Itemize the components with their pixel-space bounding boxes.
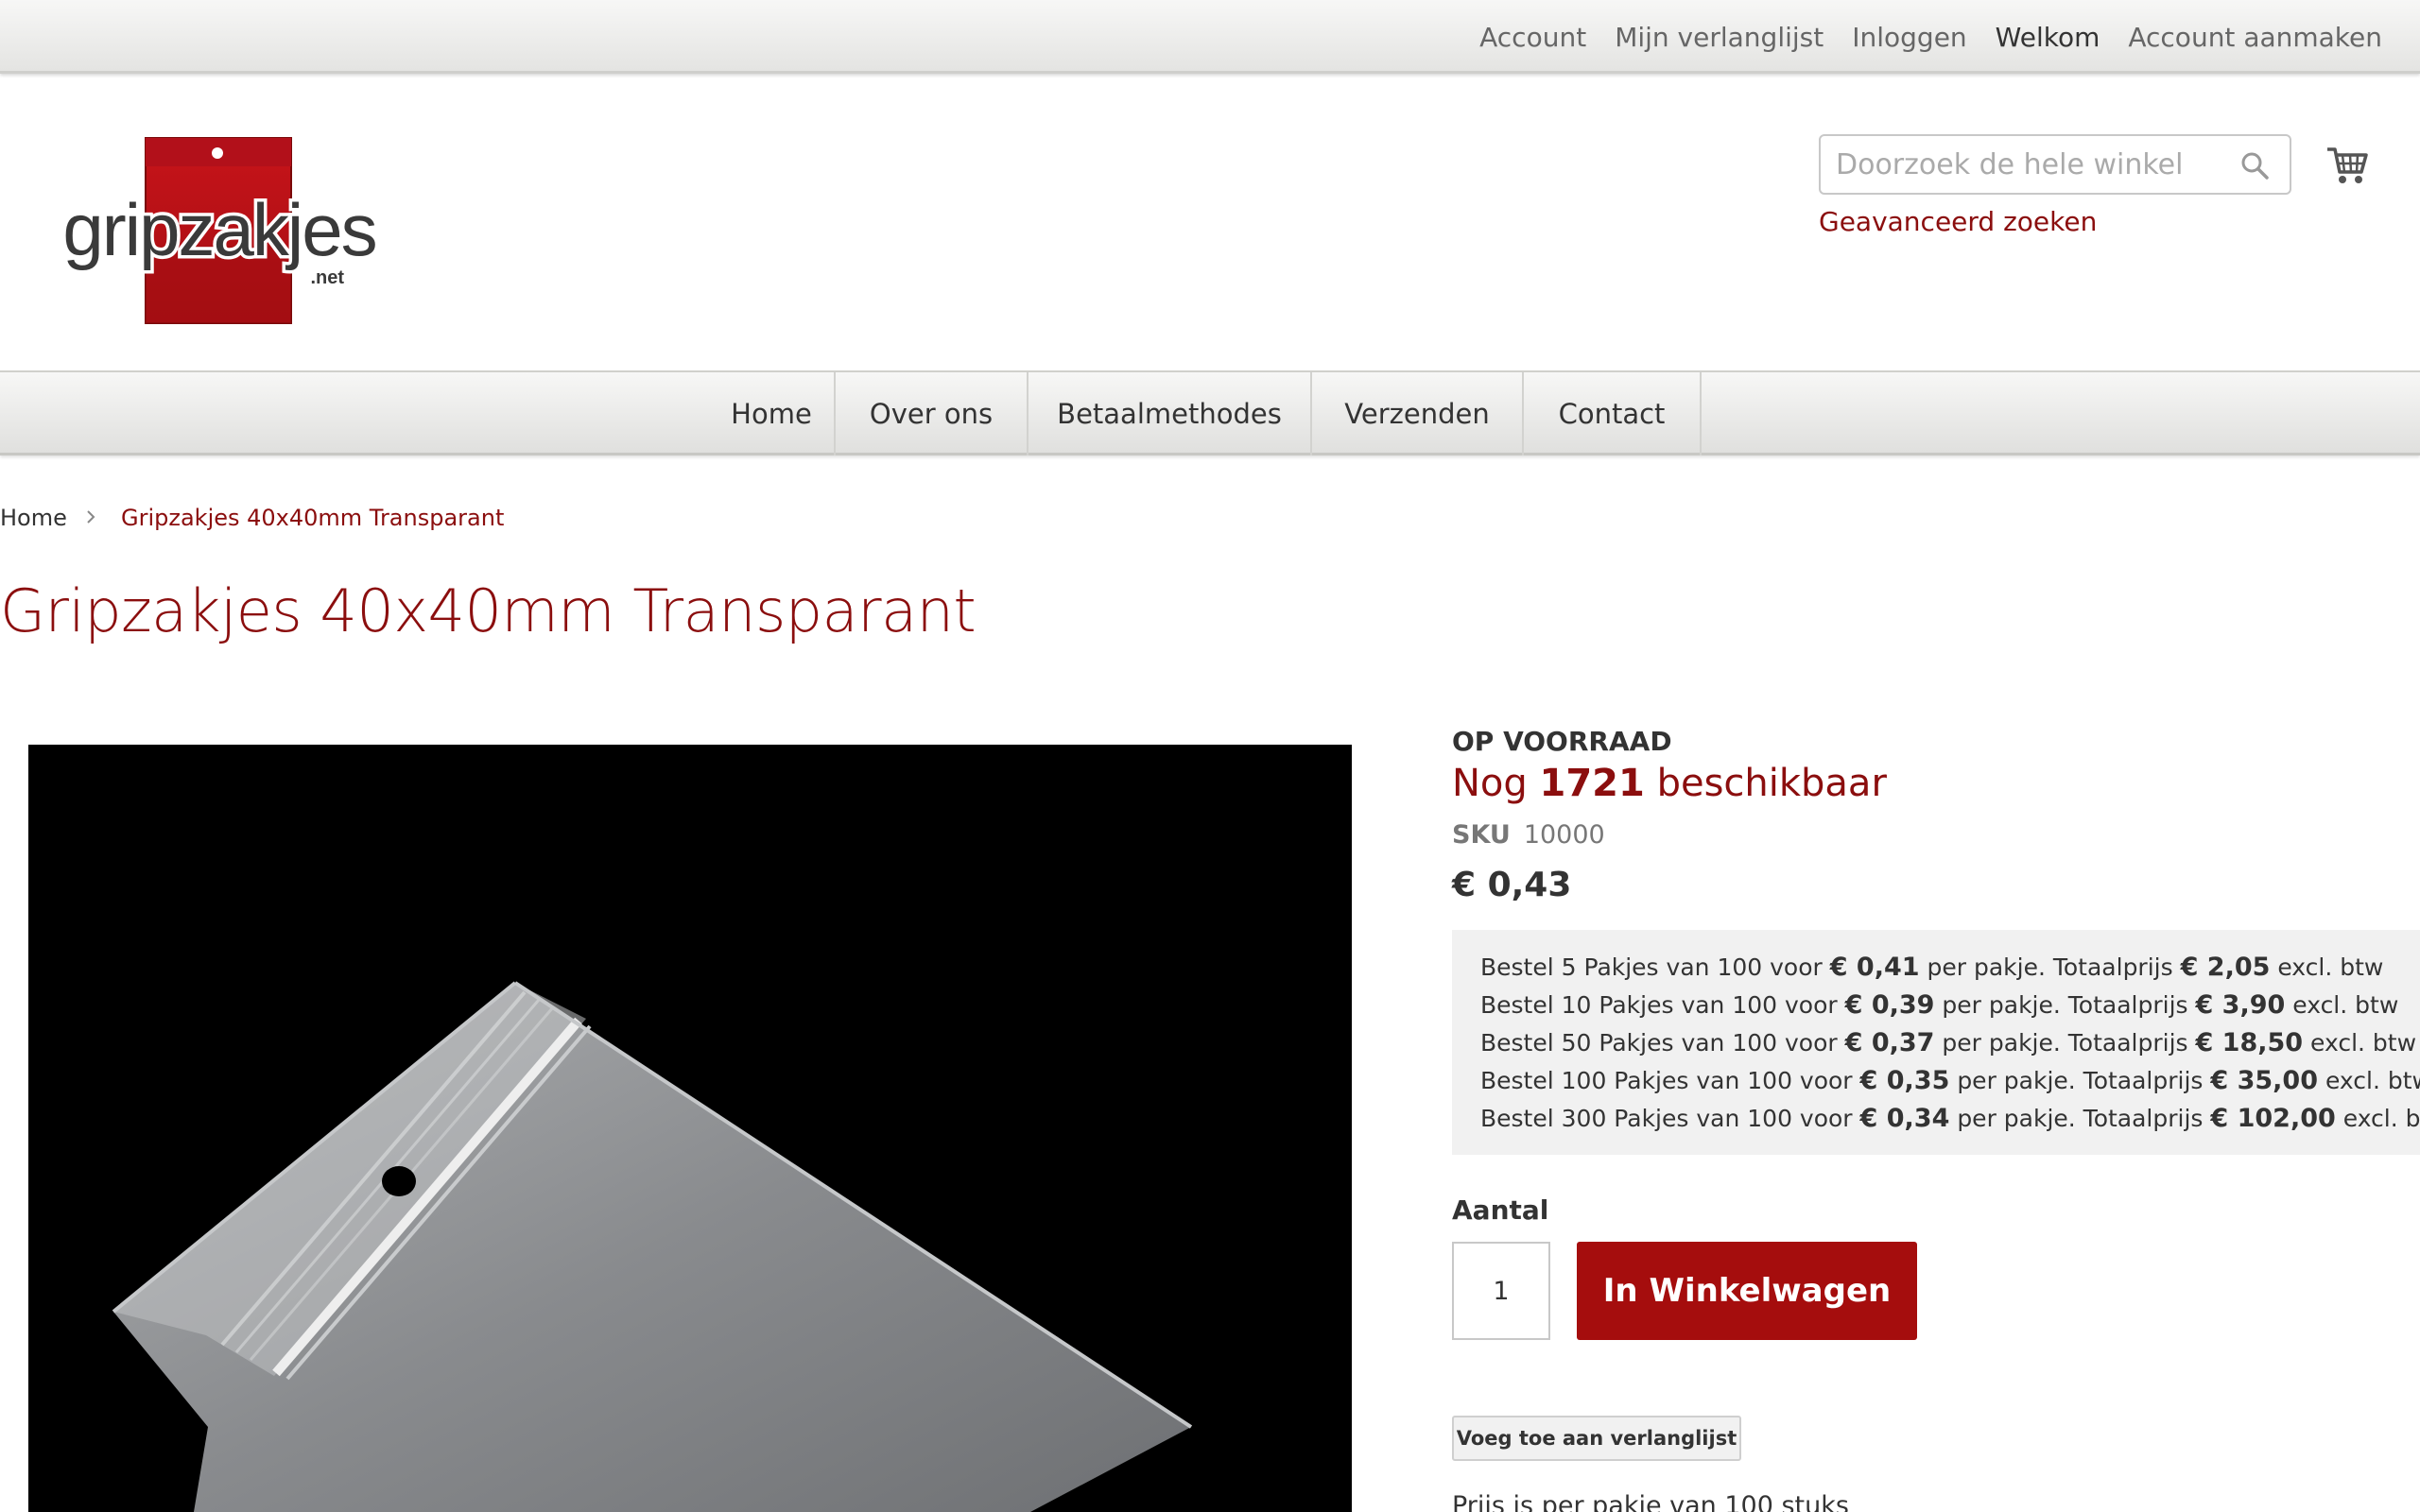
tier-total: € 18,50 <box>2195 1028 2304 1057</box>
breadcrumb-home[interactable]: Home <box>0 505 67 531</box>
welcome-text: Welkom <box>1995 21 2100 53</box>
tier-middle: per pakje. Totaalprijs <box>1927 954 2173 981</box>
tier-suffix: excl. btw <box>2277 954 2384 981</box>
tier-prefix: Bestel 10 Pakjes van 100 voor <box>1480 991 1838 1019</box>
top-links-bar: Account Mijn verlanglijst Inloggen Welko… <box>0 0 2420 74</box>
advanced-search-link[interactable]: Geavanceerd zoeken <box>1819 206 2097 237</box>
tier-unit-price: € 0,35 <box>1859 1066 1950 1095</box>
tier-unit-price: € 0,41 <box>1829 953 1920 982</box>
tier-prefix: Bestel 5 Pakjes van 100 voor <box>1480 954 1823 981</box>
stock-suffix: beschikbaar <box>1656 762 1887 805</box>
tier-suffix: excl. btw <box>2292 991 2399 1019</box>
tier-prefix: Bestel 300 Pakjes van 100 voor <box>1480 1105 1853 1132</box>
stock-count: 1721 <box>1539 762 1645 805</box>
create-account-link[interactable]: Account aanmaken <box>2128 22 2382 53</box>
site-logo[interactable]: gripzakjes .net <box>40 134 399 333</box>
logo-text: gripzakjes <box>62 188 375 271</box>
stock-status: OP VOORRAAD <box>1452 726 1672 757</box>
search-icon[interactable] <box>2240 151 2269 180</box>
sku: SKU 10000 <box>1452 820 1605 850</box>
product-price: € 0,43 <box>1452 866 1572 904</box>
tier-price-row: Bestel 300 Pakjes van 100 voor € 0,34 pe… <box>1480 1100 2420 1138</box>
chevron-right-icon <box>87 510 95 524</box>
search-input[interactable] <box>1836 144 2214 185</box>
nav-item-over-ons[interactable]: Over ons <box>836 372 1027 455</box>
wishlist-link[interactable]: Mijn verlanglijst <box>1615 22 1824 53</box>
nav-item-contact[interactable]: Contact <box>1524 372 1700 455</box>
quantity-input[interactable] <box>1452 1242 1550 1340</box>
add-to-wishlist-button[interactable]: Voeg toe aan verlanglijst <box>1452 1416 1741 1461</box>
main-navigation: Home Over ons Betaalmethodes Verzenden C… <box>0 370 2420 455</box>
tier-total: € 102,00 <box>2210 1104 2336 1133</box>
tier-unit-price: € 0,39 <box>1844 990 1935 1020</box>
breadcrumb-current: Gripzakjes 40x40mm Transparant <box>121 505 505 531</box>
product-image[interactable] <box>28 745 1352 1512</box>
tier-price-row: Bestel 10 Pakjes van 100 voor € 0,39 per… <box>1480 987 2398 1024</box>
tier-total: € 2,05 <box>2180 953 2271 982</box>
stock-prefix: Nog <box>1452 762 1528 805</box>
quantity-label: Aantal <box>1452 1194 1549 1226</box>
tier-unit-price: € 0,37 <box>1844 1028 1935 1057</box>
tier-prices: Bestel 5 Pakjes van 100 voor € 0,41 per … <box>1452 930 2420 1155</box>
shopping-cart-icon[interactable] <box>2325 144 2369 187</box>
tier-prefix: Bestel 50 Pakjes van 100 voor <box>1480 1029 1838 1057</box>
nav-item-verzenden[interactable]: Verzenden <box>1312 372 1522 455</box>
stock-quantity: Nog 1721 beschikbaar <box>1452 762 1887 805</box>
sku-value: 10000 <box>1523 820 1605 850</box>
page-title: Gripzakjes 40x40mm Transparant <box>0 576 977 645</box>
search-box <box>1819 134 2291 195</box>
tier-middle: per pakje. Totaalprijs <box>1942 1029 2188 1057</box>
tier-price-row: Bestel 50 Pakjes van 100 voor € 0,37 per… <box>1480 1024 2416 1062</box>
nav-divider <box>1700 372 1702 455</box>
tier-middle: per pakje. Totaalprijs <box>1942 991 2188 1019</box>
tier-suffix: excl. btw <box>2325 1067 2420 1094</box>
tier-prefix: Bestel 100 Pakjes van 100 voor <box>1480 1067 1853 1094</box>
tier-suffix: excl. btw <box>2310 1029 2417 1057</box>
top-links: Account Mijn verlanglijst Inloggen Welko… <box>1479 0 2382 74</box>
tier-middle: per pakje. Totaalprijs <box>1957 1067 2204 1094</box>
product-note: Prijs is per pakje van 100 stuks <box>1452 1491 1849 1512</box>
sku-label: SKU <box>1452 820 1511 850</box>
login-link[interactable]: Inloggen <box>1852 22 1966 53</box>
tier-suffix: excl. btw <box>2342 1105 2420 1132</box>
add-to-cart-button[interactable]: In Winkelwagen <box>1577 1242 1917 1340</box>
account-link[interactable]: Account <box>1479 22 1586 53</box>
tier-price-row: Bestel 100 Pakjes van 100 voor € 0,35 pe… <box>1480 1062 2420 1100</box>
tier-total: € 3,90 <box>2195 990 2286 1020</box>
nav-item-betaalmethodes[interactable]: Betaalmethodes <box>1028 372 1310 455</box>
logo-suffix: .net <box>310 267 344 288</box>
tier-price-row: Bestel 5 Pakjes van 100 voor € 0,41 per … <box>1480 949 2392 987</box>
tier-middle: per pakje. Totaalprijs <box>1957 1105 2204 1132</box>
tier-total: € 35,00 <box>2210 1066 2318 1095</box>
nav-item-home[interactable]: Home <box>709 372 834 455</box>
tier-unit-price: € 0,34 <box>1859 1104 1950 1133</box>
